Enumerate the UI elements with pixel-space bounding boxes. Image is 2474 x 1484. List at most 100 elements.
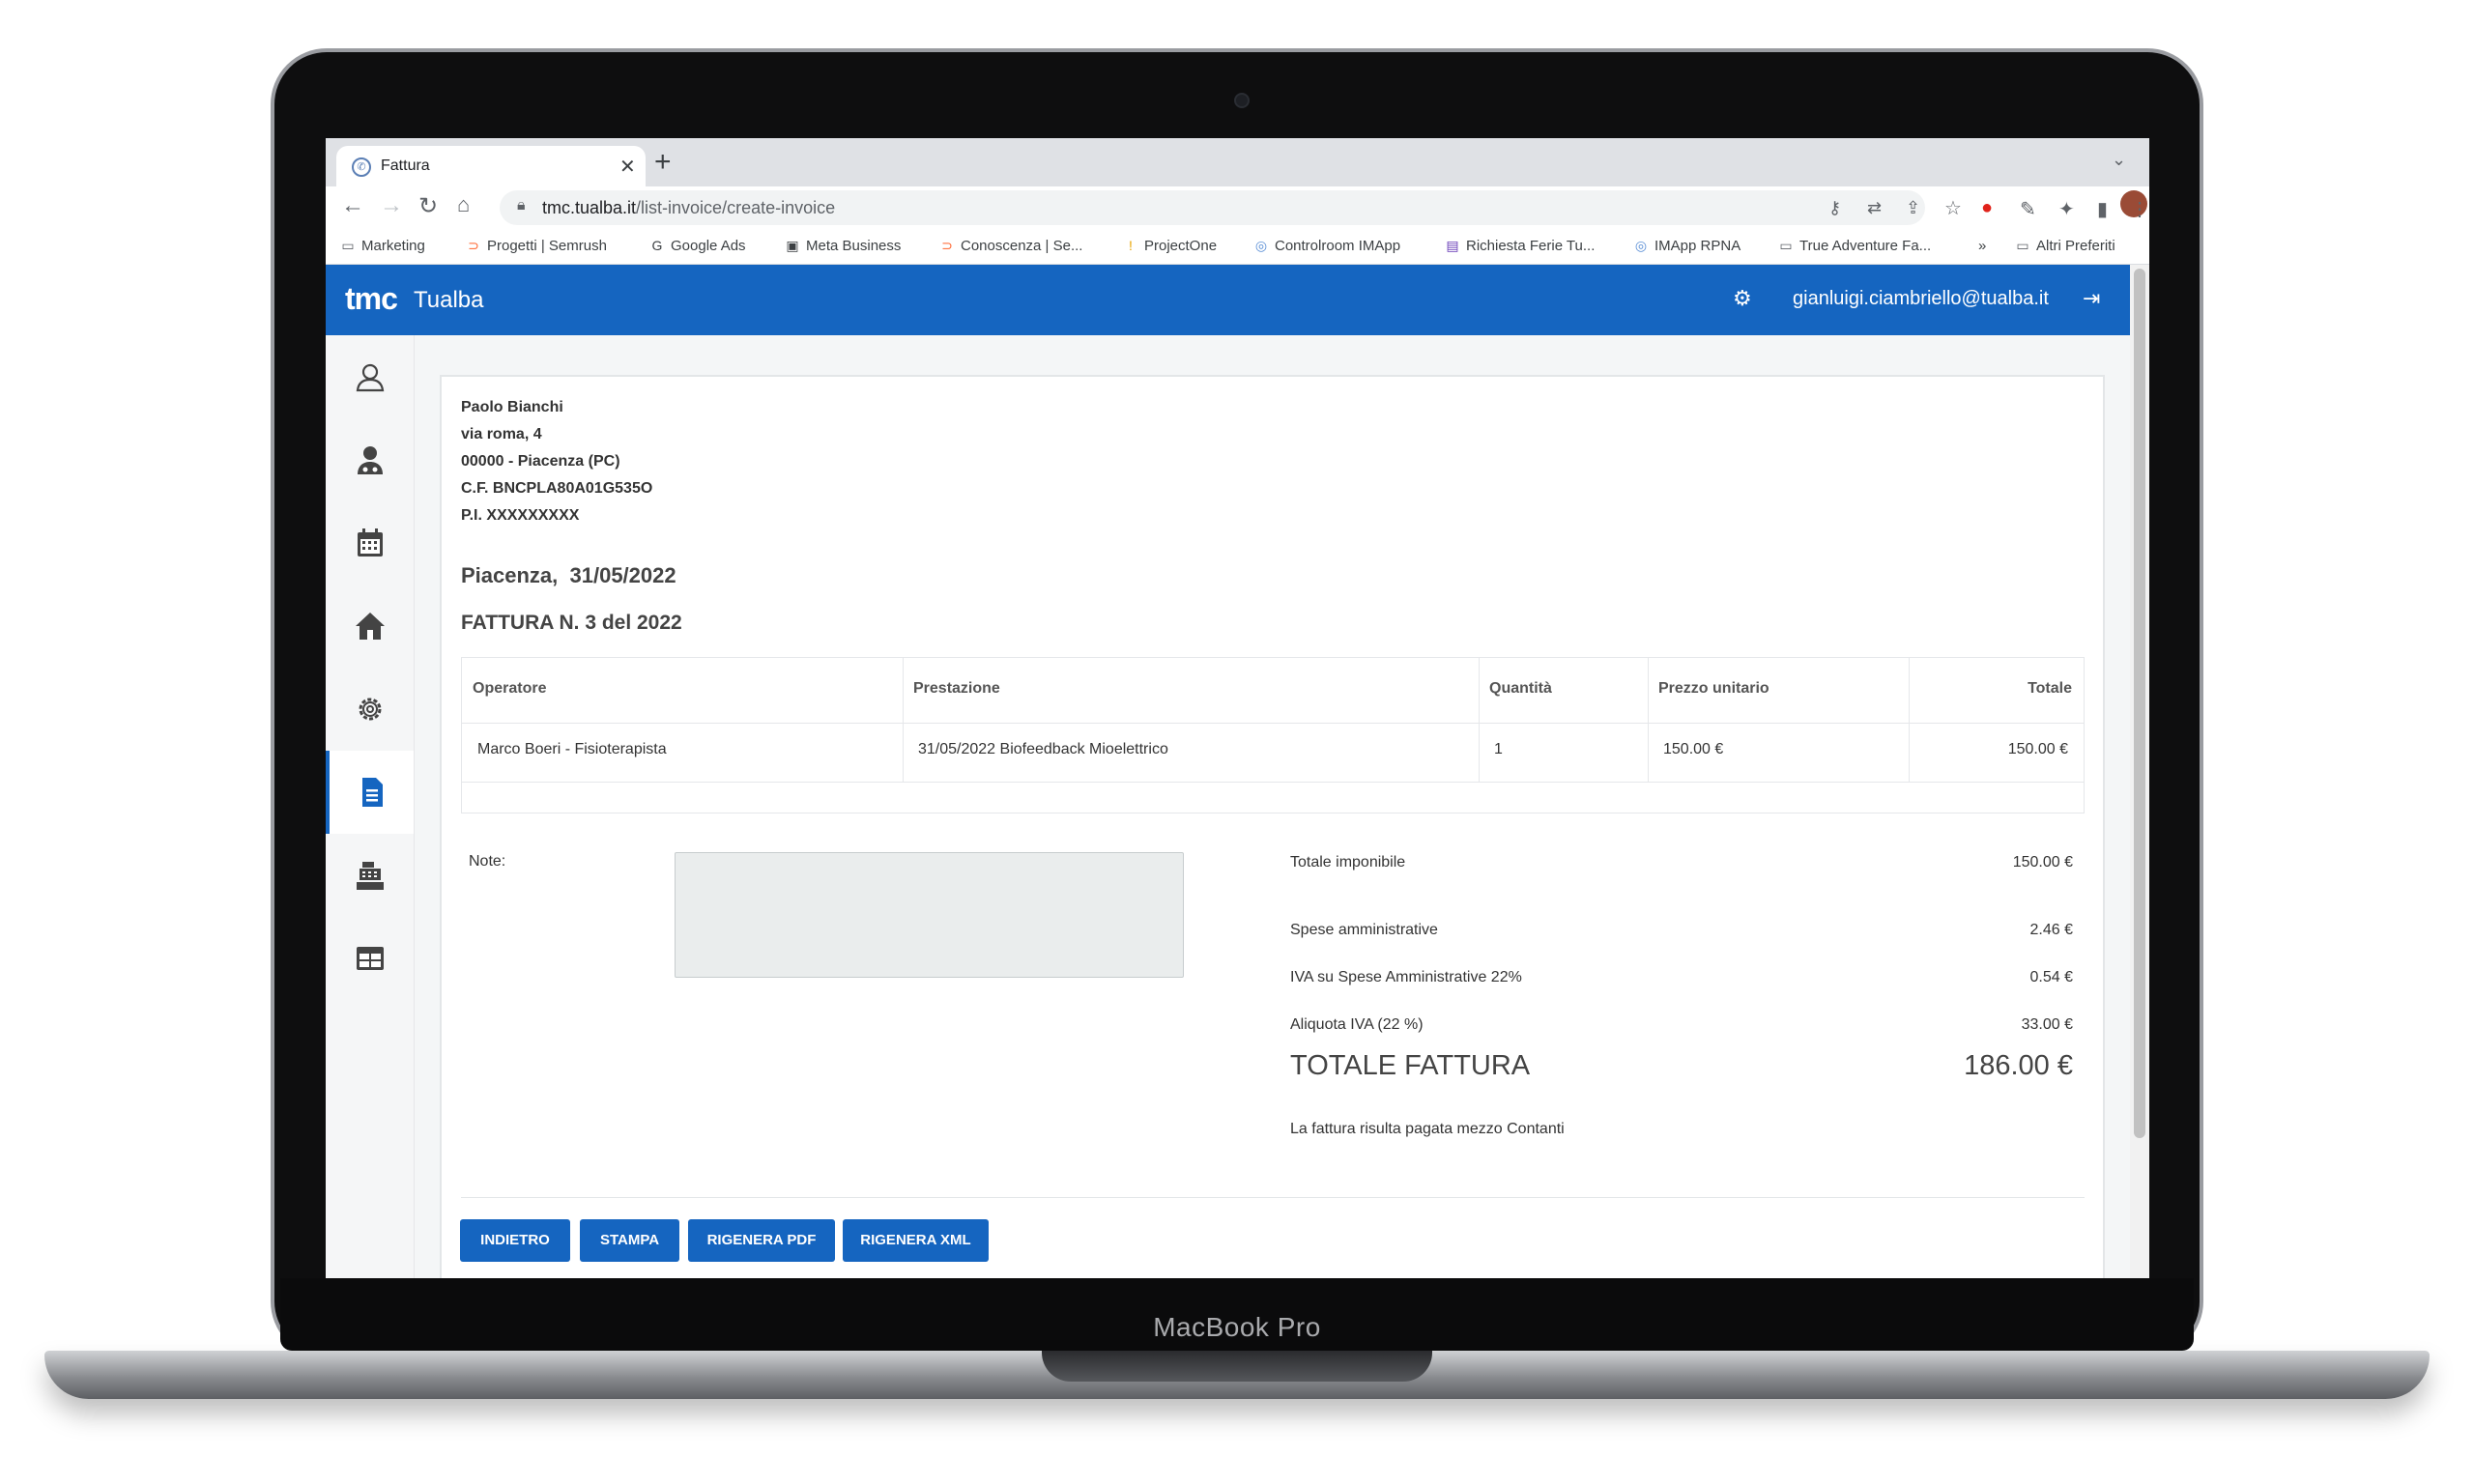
admin-vat-value: 0.54 € bbox=[2029, 969, 2073, 985]
app-logo[interactable]: tmc bbox=[345, 281, 398, 317]
tab-strip: ✆ Fattura ✕ + ⌄ bbox=[326, 138, 2149, 186]
bookmark-star-icon[interactable]: ☆ bbox=[1944, 196, 1962, 220]
bookmark-semrush-knowledge[interactable]: ⊃ Conoscenza | Se... bbox=[939, 238, 1082, 254]
invoice-card bbox=[440, 375, 2105, 1278]
print-button[interactable]: STAMPA bbox=[580, 1219, 679, 1262]
notes-textarea[interactable] bbox=[675, 852, 1184, 978]
settings-gear-icon[interactable]: ⚙ bbox=[1733, 286, 1752, 311]
google-icon: G bbox=[651, 238, 663, 253]
bookmarks-overflow-icon[interactable]: » bbox=[1978, 238, 1986, 254]
globe-icon: ◎ bbox=[1634, 238, 1648, 253]
back-arrow-icon[interactable]: ← bbox=[341, 192, 364, 219]
address-bar[interactable]: 🔒︎ tmc.tualba.it/list-invoice/create-inv… bbox=[500, 190, 1962, 225]
gear-icon bbox=[359, 698, 381, 721]
admin-vat-label: IVA su Spese Amministrative 22% bbox=[1290, 969, 1522, 985]
sidebar bbox=[326, 335, 415, 1278]
home-browser-icon[interactable]: ⌂ bbox=[457, 192, 470, 217]
bookmarks-bar: ▭ Marketing ⊃ Progetti | Semrush G Google A… bbox=[326, 229, 2149, 265]
bookmark-altri-preferiti[interactable]: ▭ Altri Preferiti bbox=[2015, 238, 2114, 254]
bookmark-controlroom[interactable]: ◎ Controlroom IMApp bbox=[1253, 238, 1400, 254]
table-col-divider bbox=[1909, 658, 1910, 782]
bookmark-richiesta-ferie[interactable]: ▤ Richiesta Ferie Tu... bbox=[1445, 238, 1595, 254]
sidebar-item-operators[interactable] bbox=[326, 418, 414, 501]
meta-icon: ▣ bbox=[786, 238, 799, 253]
customer-vat: P.I. XXXXXXXXX bbox=[461, 507, 580, 524]
invoice-total-label: TOTALE FATTURA bbox=[1290, 1050, 1531, 1081]
table-col-divider bbox=[1479, 658, 1480, 782]
document-icon bbox=[361, 778, 383, 807]
payment-status: La fattura risulta pagata mezzo Contanti bbox=[1290, 1121, 1565, 1137]
close-tab-icon[interactable]: ✕ bbox=[619, 155, 636, 179]
invoice-table: Operatore Prestazione Quantità Prezzo un… bbox=[461, 657, 2085, 813]
browser-menu-icon[interactable]: ⋮ bbox=[2130, 197, 2149, 221]
table-col-divider bbox=[1648, 658, 1649, 782]
laptop-notch bbox=[1042, 1351, 1432, 1382]
opera-extension-icon[interactable]: ● bbox=[1981, 197, 1993, 219]
browser-toolbar: ← → ↻ ⌂ 🔒︎ tmc.tualba.it/list-invoice/cr… bbox=[326, 186, 2149, 229]
tab-search-chevron-icon[interactable]: ⌄ bbox=[2112, 150, 2126, 170]
semrush-icon: ⊃ bbox=[468, 238, 479, 253]
url-text: tmc.tualba.it/list-invoice/create-invoic… bbox=[542, 198, 836, 217]
tab-favicon-icon: ✆ bbox=[352, 157, 371, 177]
sidebar-item-invoices[interactable] bbox=[326, 751, 414, 834]
cell-prestazione: 31/05/2022 Biofeedback Mioelettrico bbox=[918, 741, 1168, 757]
taxable-value: 150.00 € bbox=[2012, 854, 2073, 870]
calendar-icon bbox=[357, 528, 383, 556]
regenerate-xml-button[interactable]: RIGENERA XML bbox=[843, 1219, 989, 1262]
side-panel-icon[interactable]: ▮ bbox=[2097, 197, 2108, 221]
bookmark-google-ads[interactable]: G Google Ads bbox=[649, 238, 746, 254]
globe-icon: ◎ bbox=[1254, 238, 1268, 253]
form-icon: ▤ bbox=[1446, 238, 1459, 253]
sidebar-item-home[interactable] bbox=[326, 585, 414, 668]
share-icon[interactable]: ⇪ bbox=[1906, 198, 1920, 218]
sidebar-item-settings[interactable] bbox=[326, 668, 414, 751]
admin-fees-label: Spese amministrative bbox=[1290, 922, 1438, 938]
vat-rate-value: 33.00 € bbox=[2021, 1016, 2073, 1033]
home-icon bbox=[355, 613, 385, 640]
col-header-quantita: Quantità bbox=[1489, 680, 1552, 697]
back-button[interactable]: INDIETRO bbox=[460, 1219, 570, 1262]
invoice-total-value: 186.00 € bbox=[1964, 1050, 2073, 1081]
logout-icon[interactable]: ⇥ bbox=[2083, 286, 2100, 311]
sidebar-item-tables[interactable] bbox=[326, 917, 414, 1000]
page-scrollbar[interactable] bbox=[2130, 265, 2149, 1278]
bookmark-imapp-rpna[interactable]: ◎ IMApp RPNA bbox=[1633, 238, 1740, 254]
col-header-prestazione: Prestazione bbox=[913, 680, 1000, 697]
bookmark-meta-business[interactable]: ▣ Meta Business bbox=[785, 238, 901, 254]
bookmark-true-adventure[interactable]: ▭ True Adventure Fa... bbox=[1778, 238, 1931, 254]
semrush-icon: ⊃ bbox=[941, 238, 953, 253]
scrollbar-thumb[interactable] bbox=[2134, 269, 2145, 1138]
col-header-operatore: Operatore bbox=[473, 680, 547, 697]
bookmark-semrush-projects[interactable]: ⊃ Progetti | Semrush bbox=[466, 238, 607, 254]
browser-tab[interactable]: ✆ Fattura ✕ bbox=[336, 146, 646, 186]
vat-rate-label: Aliquota IVA (22 %) bbox=[1290, 1016, 1424, 1033]
folder-icon: ▭ bbox=[341, 238, 355, 253]
user-email[interactable]: gianluigi.ciambriello@tualba.it bbox=[1793, 288, 2049, 310]
reload-icon[interactable]: ↻ bbox=[418, 192, 438, 220]
puzzle-extensions-icon[interactable]: ✦ bbox=[2058, 197, 2075, 221]
cell-prezzo-unitario: 150.00 € bbox=[1663, 741, 1724, 757]
key-icon[interactable]: ⚷ bbox=[1828, 198, 1841, 218]
forward-arrow-icon[interactable]: → bbox=[380, 192, 403, 219]
screen: ✆ Fattura ✕ + ⌄ ← → ↻ ⌂ 🔒︎ tmc.tualba.it… bbox=[326, 138, 2149, 1278]
extension-icon[interactable]: ✎ bbox=[2020, 197, 2036, 221]
table-icon bbox=[356, 947, 384, 970]
table-col-divider bbox=[903, 658, 904, 782]
regenerate-pdf-button[interactable]: RIGENERA PDF bbox=[688, 1219, 835, 1262]
table-row-divider bbox=[462, 782, 2084, 783]
user-icon bbox=[356, 363, 384, 392]
sidebar-item-calendar[interactable] bbox=[326, 501, 414, 585]
brand-name: Tualba bbox=[414, 287, 484, 313]
bookmark-marketing[interactable]: ▭ Marketing bbox=[340, 238, 424, 254]
sidebar-item-cash-register[interactable] bbox=[326, 834, 414, 917]
app-header: tmc Tualba ⚙ gianluigi.ciambriello@tualb… bbox=[326, 265, 2130, 335]
admin-fees-value: 2.46 € bbox=[2029, 922, 2073, 938]
folder-icon: ▭ bbox=[2016, 238, 2029, 253]
new-tab-icon[interactable]: + bbox=[654, 146, 672, 179]
sidebar-item-patients[interactable] bbox=[326, 335, 414, 418]
cell-operatore: Marco Boeri - Fisioterapista bbox=[477, 741, 667, 757]
customer-street: via roma, 4 bbox=[461, 426, 542, 442]
translate-icon[interactable]: ⇄ bbox=[1867, 198, 1882, 218]
projectone-icon: ǃ bbox=[1129, 238, 1133, 253]
bookmark-projectone[interactable]: ǃ ProjectOne bbox=[1123, 238, 1217, 254]
